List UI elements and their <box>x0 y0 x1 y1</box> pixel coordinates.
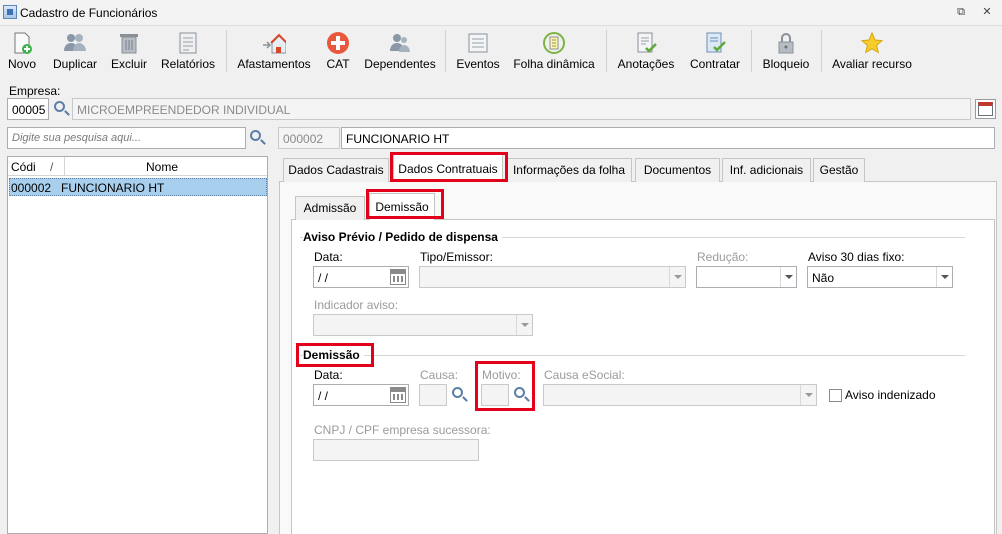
aviso-indenizado-label: Aviso indenizado <box>845 388 936 402</box>
search-icon <box>250 130 261 141</box>
row-code: 000002 <box>11 181 52 195</box>
close-icon[interactable]: ✕ <box>980 6 994 19</box>
bloqueio-button[interactable]: Bloqueio <box>758 26 814 76</box>
column-divider <box>64 157 65 176</box>
trash-icon <box>120 34 138 54</box>
toolbar-separator <box>606 30 607 72</box>
cnpj-input[interactable] <box>313 439 479 461</box>
tab-informacoes-folha[interactable]: Informações da folha <box>506 158 632 182</box>
medical-cross-icon <box>327 32 349 54</box>
aviso30-select[interactable]: Não <box>807 266 953 288</box>
list-header: Códi / Nome <box>8 157 267 176</box>
chevron-down-icon <box>669 267 685 287</box>
lock-icon <box>778 33 794 54</box>
empresa-code-input[interactable]: 00005 <box>7 98 49 120</box>
column-header-name[interactable]: Nome <box>146 160 178 174</box>
relatorios-button[interactable]: Relatórios <box>158 26 218 76</box>
calendar-icon[interactable] <box>390 387 406 403</box>
contract-check-icon <box>706 32 726 53</box>
demissao-data-label: Data: <box>314 368 343 382</box>
employee-list[interactable]: Códi / Nome 000002 FUNCIONARIO HT <box>7 156 268 534</box>
search-icon <box>54 101 65 112</box>
highlight-box <box>296 343 374 367</box>
causa-input[interactable] <box>419 384 447 406</box>
chevron-down-icon <box>800 385 816 405</box>
toolbar-separator <box>821 30 822 72</box>
excluir-button[interactable]: Excluir <box>106 26 152 76</box>
duplicar-button[interactable]: Duplicar <box>48 26 102 76</box>
reducao-select[interactable] <box>696 266 797 288</box>
toolbar: Novo Duplicar Excluir Relatórios Afastam… <box>0 26 1002 76</box>
window-title: Cadastro de Funcionários <box>20 6 158 20</box>
afastamentos-button[interactable]: Afastamentos <box>234 26 314 76</box>
section-title-aviso: Aviso Prévio / Pedido de dispensa <box>303 230 502 244</box>
avaliar-recurso-button[interactable]: Avaliar recurso <box>828 26 916 76</box>
dependentes-button[interactable]: Dependentes <box>362 26 438 76</box>
new-document-icon <box>14 32 32 54</box>
cat-button[interactable]: CAT <box>322 26 354 76</box>
search-button[interactable] <box>246 127 268 149</box>
highlight-box <box>475 361 535 411</box>
aviso-data-label: Data: <box>314 250 343 264</box>
chevron-down-icon <box>936 267 952 287</box>
cnpj-label: CNPJ / CPF empresa sucessora: <box>314 423 491 437</box>
toolbar-separator <box>751 30 752 72</box>
employee-code-field: 000002 <box>278 127 340 149</box>
highlight-box <box>390 152 508 182</box>
indicador-aviso-label: Indicador aviso: <box>314 298 399 312</box>
row-name: FUNCIONARIO HT <box>61 181 165 195</box>
app-icon <box>3 5 17 19</box>
contratar-button[interactable]: Contratar <box>686 26 744 76</box>
employee-name-field[interactable]: FUNCIONARIO HT <box>341 127 995 149</box>
indicador-aviso-select[interactable] <box>313 314 533 336</box>
toolbar-separator <box>226 30 227 72</box>
aviso30-label: Aviso 30 dias fixo: <box>808 250 905 264</box>
highlight-box <box>366 189 444 219</box>
title-bar: Cadastro de Funcionários ⧉ ✕ <box>0 0 1002 26</box>
column-header-code[interactable]: Códi <box>11 160 36 174</box>
tipo-emissor-select[interactable] <box>419 266 686 288</box>
restore-icon[interactable]: ⧉ <box>954 6 968 19</box>
notes-check-icon <box>637 32 657 53</box>
tab-gestao[interactable]: Gestão <box>813 158 865 182</box>
tab-documentos[interactable]: Documentos <box>635 158 720 182</box>
chevron-down-icon <box>780 267 796 287</box>
empresa-search-button[interactable] <box>50 98 72 120</box>
section-divider <box>300 355 965 356</box>
causa-esocial-select[interactable] <box>543 384 817 406</box>
chevron-down-icon <box>516 315 532 335</box>
search-icon <box>452 387 463 398</box>
eventos-button[interactable]: Eventos <box>453 26 503 76</box>
toolbar-separator <box>445 30 446 72</box>
calendar-icon[interactable] <box>390 269 406 285</box>
novo-button[interactable]: Novo <box>0 26 44 76</box>
users-icon <box>64 34 86 51</box>
empresa-name-field: MICROEMPREENDEDOR INDIVIDUAL <box>72 98 971 120</box>
anotacoes-button[interactable]: Anotações <box>613 26 679 76</box>
aviso-data-input[interactable]: / / <box>313 266 409 288</box>
house-arrow-icon <box>263 33 286 54</box>
star-icon <box>860 31 884 54</box>
causa-esocial-label: Causa eSocial: <box>544 368 625 382</box>
causa-search-button[interactable] <box>448 384 470 406</box>
report-icon <box>179 32 197 54</box>
aviso-indenizado-checkbox[interactable] <box>829 389 842 402</box>
dynamic-sheet-icon <box>543 32 565 54</box>
sort-indicator: / <box>50 160 54 174</box>
tab-dados-cadastrais[interactable]: Dados Cadastrais <box>283 158 389 182</box>
event-list-icon <box>468 33 488 53</box>
table-row[interactable]: 000002 FUNCIONARIO HT <box>9 178 267 196</box>
subtab-admissao[interactable]: Admissão <box>295 196 365 220</box>
folha-dinamica-button[interactable]: Folha dinâmica <box>510 26 598 76</box>
empresa-label: Empresa: <box>9 84 61 98</box>
reducao-label: Redução: <box>697 250 749 264</box>
demissao-data-input[interactable]: / / <box>313 384 409 406</box>
window-icon <box>978 102 993 116</box>
people-icon <box>390 34 410 52</box>
tab-inf-adicionais[interactable]: Inf. adicionais <box>722 158 811 182</box>
search-input[interactable]: Digite sua pesquisa aqui... <box>7 127 246 149</box>
empresa-window-button[interactable] <box>975 99 996 119</box>
tipo-emissor-label: Tipo/Emissor: <box>420 250 493 264</box>
causa-label: Causa: <box>420 368 459 382</box>
